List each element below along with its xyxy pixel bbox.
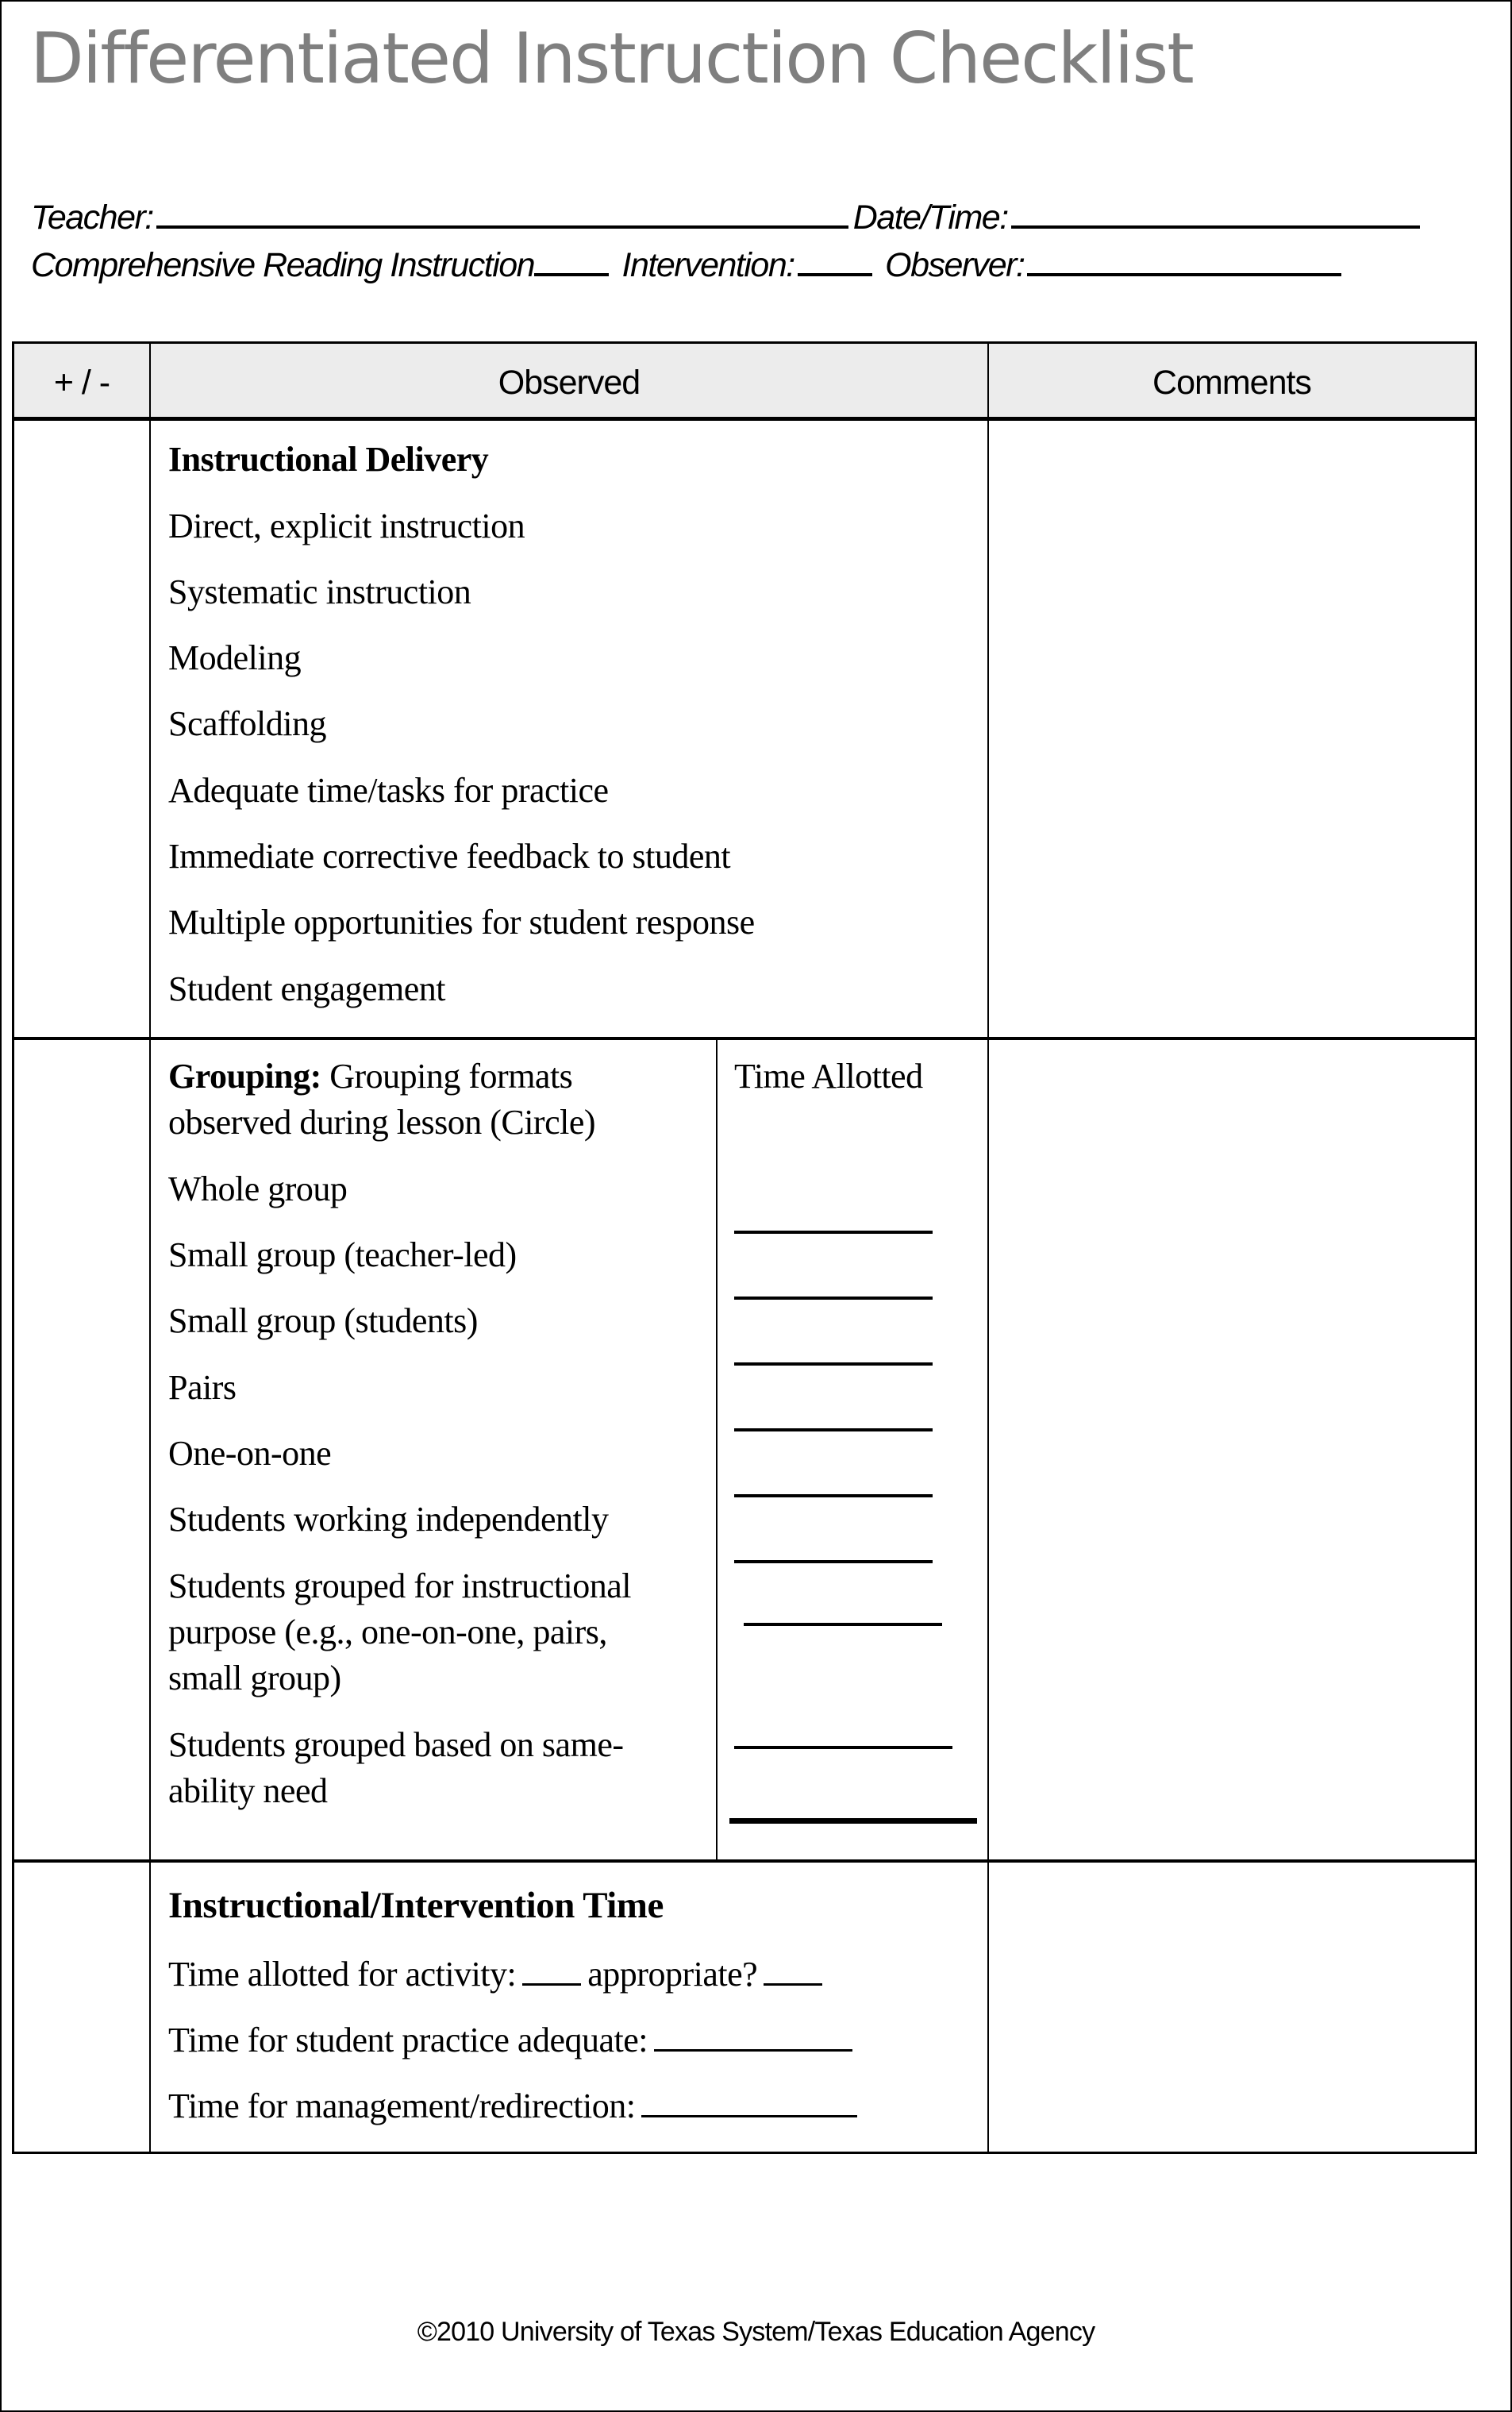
observer-field[interactable]: [1027, 245, 1342, 276]
list-item: Modeling: [168, 638, 302, 677]
section-heading-intervention-time: Instructional/Intervention Time: [168, 1885, 664, 1926]
teacher-label: Teacher:: [31, 198, 154, 237]
time-allotted-activity-label: Time allotted for activity:: [168, 1955, 517, 1994]
list-item-continued: ability need: [168, 1771, 328, 1810]
comments-cell-instructional-delivery[interactable]: [989, 421, 1475, 1037]
list-item-continued: purpose (e.g., one-on-one, pairs,: [168, 1612, 607, 1651]
page-title: Differentiated Instruction Checklist: [30, 17, 1195, 99]
list-item: Students working independently: [168, 1500, 609, 1539]
comments-cell-intervention-time[interactable]: [989, 1863, 1475, 2152]
list-item: Students grouped based on same-: [168, 1725, 624, 1764]
section-heading-grouping: Grouping: Grouping formats: [168, 1056, 573, 1096]
list-item: Multiple opportunities for student respo…: [168, 903, 755, 942]
management-field[interactable]: [641, 2091, 858, 2117]
appropriate-field[interactable]: [764, 1959, 823, 1986]
time-allotted-field[interactable]: [734, 1428, 933, 1431]
list-item: Systematic instruction: [168, 572, 471, 611]
list-item: Adequate time/tasks for practice: [168, 771, 609, 810]
time-allotted-field[interactable]: [729, 1818, 977, 1824]
time-allotted-field[interactable]: [734, 1231, 933, 1234]
grouping-heading-rest: Grouping formats: [321, 1057, 573, 1096]
rating-cell-instructional-delivery[interactable]: [14, 421, 149, 1037]
column-divider: [149, 344, 151, 2154]
table-header: + / - Observed Comments: [14, 344, 1475, 421]
observer-label: Observer:: [885, 246, 1025, 284]
comments-cell-grouping[interactable]: [989, 1040, 1475, 1859]
time-allotted-divider: [716, 1037, 718, 1859]
list-item: Direct, explicit instruction: [168, 507, 525, 545]
datetime-label: Date/Time:: [852, 198, 1009, 237]
time-allotted-field[interactable]: [734, 1362, 933, 1366]
list-item: Small group (teacher-led): [168, 1235, 517, 1274]
list-item: Small group (students): [168, 1301, 478, 1340]
management-label: Time for management/redirection:: [168, 2086, 636, 2125]
teacher-field[interactable]: [156, 197, 848, 229]
list-item: Students grouped for instructional: [168, 1566, 632, 1605]
time-allotted-field[interactable]: [734, 1746, 952, 1749]
copyright-footer: ©2010 University of Texas System/Texas E…: [417, 2317, 1095, 2347]
student-practice-label: Time for student practice adequate:: [168, 2021, 648, 2059]
list-item: Time for student practice adequate:: [168, 2020, 859, 2060]
grouping-heading-line2: observed during lesson (Circle): [168, 1103, 596, 1142]
intervention-field[interactable]: [797, 245, 872, 276]
column-header-rating: + / -: [53, 364, 110, 402]
time-allotted-field[interactable]: [734, 1494, 933, 1497]
list-item: Student engagement: [168, 969, 446, 1008]
column-header-comments: Comments: [1152, 364, 1312, 402]
rating-cell-grouping[interactable]: [14, 1040, 149, 1859]
checklist-table: + / - Observed Comments Instructional De…: [12, 341, 1477, 2154]
list-item-continued: small group): [168, 1659, 341, 1697]
list-item: One-on-one: [168, 1434, 332, 1473]
list-item: Scaffolding: [168, 704, 327, 743]
section-heading-instructional-delivery: Instructional Delivery: [168, 440, 489, 479]
column-header-observed: Observed: [498, 364, 641, 402]
grouping-heading-bold: Grouping:: [168, 1057, 321, 1096]
list-item: Time allotted for activity: appropriate?: [168, 1954, 829, 1994]
cri-field[interactable]: [534, 245, 610, 276]
meta-row-1: Teacher: Date/Time:: [31, 197, 1425, 237]
list-item: Whole group: [168, 1169, 348, 1208]
datetime-field[interactable]: [1010, 197, 1420, 229]
list-item: Pairs: [168, 1368, 237, 1407]
cri-label: Comprehensive Reading Instruction: [31, 246, 536, 284]
time-allotted-field[interactable]: [734, 1560, 933, 1563]
student-practice-field[interactable]: [654, 2025, 852, 2052]
rating-cell-intervention-time[interactable]: [14, 1863, 149, 2152]
list-item: Time for management/redirection:: [168, 2086, 864, 2126]
time-allotted-field[interactable]: [744, 1623, 942, 1626]
time-allotted-label: Time Allotted: [734, 1057, 923, 1096]
appropriate-label: appropriate?: [587, 1955, 758, 1994]
time-allotted-activity-field[interactable]: [522, 1959, 582, 1986]
intervention-label: Intervention:: [621, 246, 796, 284]
meta-row-2: Comprehensive Reading Instruction Interv…: [31, 245, 1346, 285]
list-item: Immediate corrective feedback to student: [168, 837, 731, 876]
time-allotted-field[interactable]: [734, 1297, 933, 1300]
